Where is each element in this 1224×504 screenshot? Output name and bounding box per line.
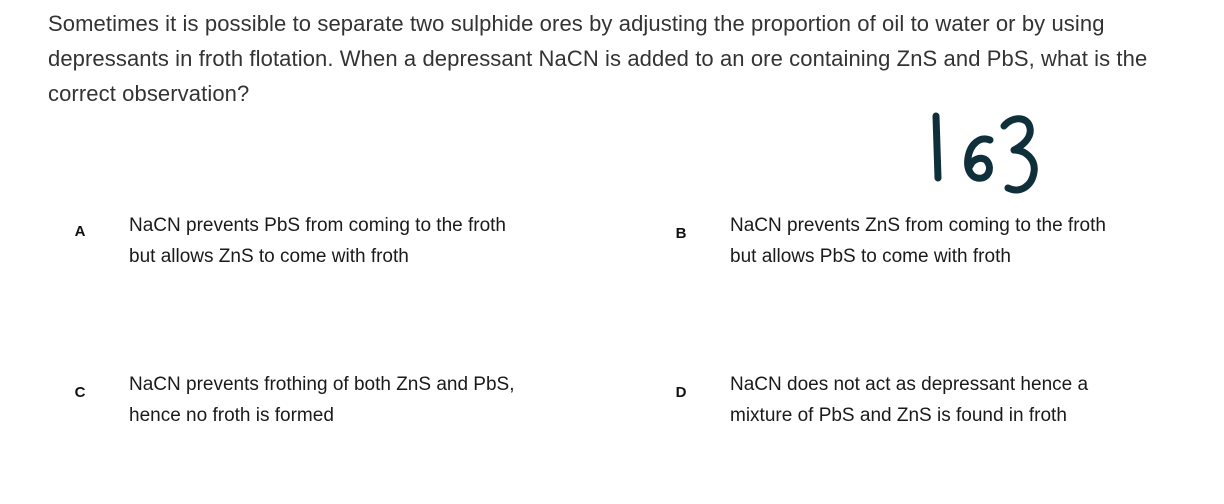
option-d-letter: D [675,384,687,401]
option-c-text: NaCN prevents frothing of both ZnS and P… [129,369,569,431]
option-a-line-1: NaCN prevents PbS from coming to the fro… [129,215,506,236]
question-text: Sometimes it is possible to separate two… [48,11,1148,106]
option-a-letter: A [74,223,86,240]
option-c-line-2: hence no froth is formed [129,405,334,426]
option-d-line-2: mixture of PbS and ZnS is found in froth [730,405,1067,426]
option-a-line-2: but allows ZnS to come with froth [129,246,409,267]
option-d-text: NaCN does not act as depressant hence a … [730,369,1170,431]
handwritten-question-number [932,112,1038,194]
option-a-text: NaCN prevents PbS from coming to the fro… [129,210,569,272]
option-c-letter: C [74,384,86,401]
option-c-line-1: NaCN prevents frothing of both ZnS and P… [129,374,515,395]
option-d-line-1: NaCN does not act as depressant hence a [730,374,1089,395]
option-b-text: NaCN prevents ZnS from coming to the fro… [730,210,1170,272]
option-b-line-2: but allows PbS to come with froth [730,246,1011,267]
option-b-letter: B [675,225,687,242]
option-b-line-1: NaCN prevents ZnS from coming to the fro… [730,215,1106,236]
